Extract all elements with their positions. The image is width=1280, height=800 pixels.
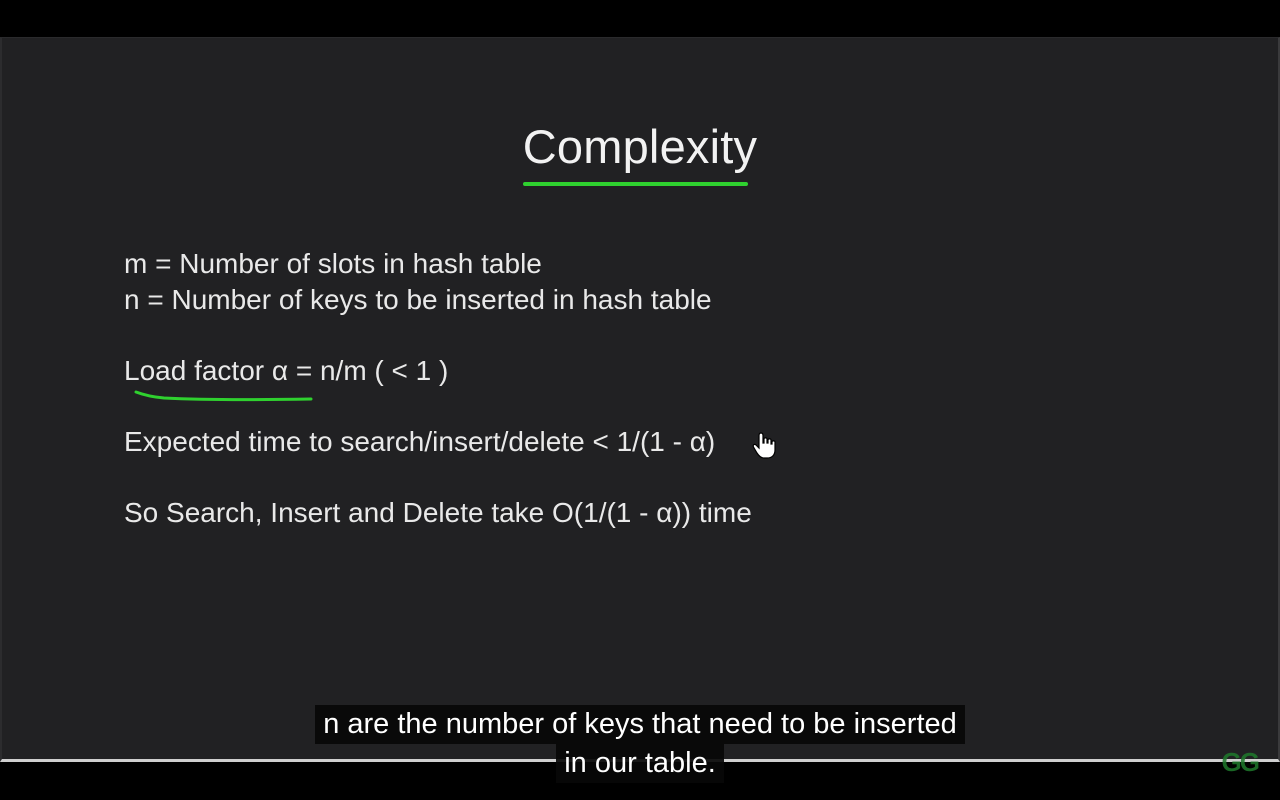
expected-time-line: Expected time to search/insert/delete < …	[124, 426, 716, 457]
operations-complexity-line: So Search, Insert and Delete take O(1/(1…	[124, 497, 752, 528]
video-player[interactable]: Complexity m = Number of slots in hash t…	[0, 0, 1280, 800]
slide-title: Complexity	[522, 120, 758, 173]
load-factor-underline	[134, 390, 313, 402]
load-factor-line: Load factor α = n/m ( < 1 )	[124, 355, 449, 386]
hand-pointer-icon	[752, 432, 776, 459]
caption-line-1: n are the number of keys that need to be…	[315, 705, 965, 744]
definition-n: n = Number of keys to be inserted in has…	[124, 284, 712, 315]
title-underline	[523, 182, 748, 186]
caption-line-2: in our table.	[556, 744, 724, 783]
slide: Complexity m = Number of slots in hash t…	[0, 37, 1280, 762]
definition-m: m = Number of slots in hash table	[124, 248, 542, 279]
captions: n are the number of keys that need to be…	[0, 705, 1280, 783]
